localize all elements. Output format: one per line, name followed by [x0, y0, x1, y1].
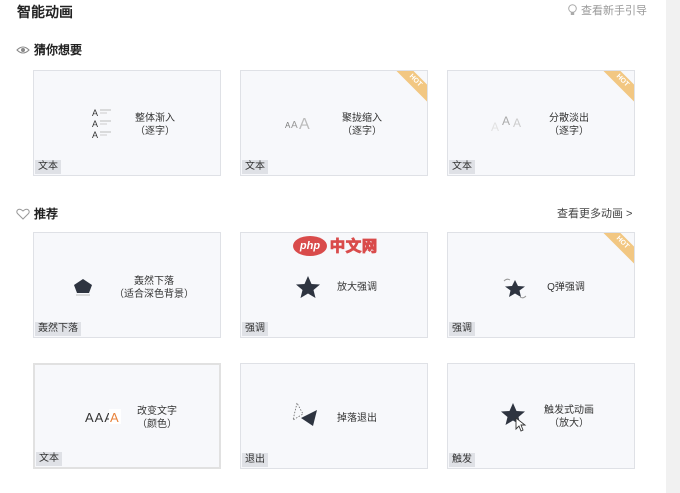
card-tag: 强调 — [242, 322, 268, 336]
section-recommend-title: 推荐 — [34, 207, 59, 221]
panel-title: 智能动画 — [17, 4, 73, 20]
star-icon — [295, 275, 321, 299]
svg-text:A: A — [92, 119, 98, 129]
card-caption: 改变文字 （颜色） — [137, 406, 177, 430]
svg-text:A: A — [491, 120, 499, 134]
svg-text:A: A — [92, 108, 98, 118]
card-caption: 轰然下落 （适合深色背景） — [114, 276, 194, 300]
watermark-logo: php — [293, 235, 327, 256]
card-zoom-emphasis[interactable]: 放大强调 php 中文网 强调 — [240, 232, 428, 338]
hot-badge: HOT — [598, 233, 634, 267]
card-crash-drop[interactable]: 轰然下落 （适合深色背景） 轰然下落 — [33, 232, 221, 338]
section-guess-title: 猜你想要 — [34, 43, 83, 57]
guide-link[interactable]: 查看新手引导 — [567, 2, 647, 18]
card-drop-exit[interactable]: 掉落退出 退出 — [240, 363, 428, 469]
card-caption: 触发式动画 （放大） — [544, 405, 594, 429]
pentagon-drop-icon — [72, 277, 94, 297]
card-caption: 掉落退出 — [337, 413, 377, 424]
card-whole-fade-in[interactable]: A A A 整体渐入 （逐字） 文本 — [33, 70, 221, 176]
hot-badge: HOT — [391, 71, 427, 105]
card-caption: Q弹强调 — [547, 282, 585, 293]
card-tag: 文本 — [35, 160, 61, 174]
card-tag: 文本 — [449, 160, 475, 174]
lightbulb-icon — [568, 4, 577, 15]
card-bounce-emphasis[interactable]: Q弹强调 HOT 强调 — [447, 232, 635, 338]
card-scatter-fade-out[interactable]: A A A 分散淡出 （逐字） HOT 文本 — [447, 70, 635, 176]
more-animations-link[interactable]: 查看更多动画 > — [557, 205, 632, 221]
scrollbar[interactable] — [666, 0, 680, 493]
watermark-text: 中文网 — [329, 238, 379, 256]
svg-text:A: A — [110, 410, 119, 425]
svg-text:A: A — [291, 120, 298, 131]
falling-triangle-icon — [291, 400, 321, 426]
card-tag: 退出 — [242, 453, 268, 467]
section-recommend-header: 推荐 — [16, 205, 58, 222]
card-caption: 整体渐入 （逐字） — [135, 113, 175, 137]
watermark: php 中文网 — [293, 235, 378, 256]
svg-text:A: A — [92, 130, 98, 140]
card-tag: 轰然下落 — [35, 322, 81, 336]
card-caption: 聚拢缩入 （逐字） — [342, 113, 382, 137]
card-trigger-animation[interactable]: 触发式动画 （放大） 触发 — [447, 363, 635, 469]
card-caption: 分散淡出 （逐字） — [549, 113, 589, 137]
card-tag: 触发 — [449, 453, 475, 467]
scatter-letters-icon: A A A — [490, 109, 530, 135]
card-tag: 文本 — [36, 452, 62, 466]
card-change-text-color[interactable]: AAA A 改变文字 （颜色） 文本 — [33, 363, 221, 469]
card-caption: 放大强调 — [337, 282, 377, 293]
svg-text:A: A — [513, 116, 521, 130]
section-guess-header: 猜你想要 — [16, 41, 82, 58]
star-click-icon — [500, 402, 530, 432]
heart-icon — [16, 208, 30, 220]
color-letters-icon: AAA A — [85, 407, 125, 427]
card-tag: 强调 — [449, 322, 475, 336]
svg-text:A: A — [502, 114, 510, 128]
card-gather-shrink-in[interactable]: A A A 聚拢缩入 （逐字） HOT 文本 — [240, 70, 428, 176]
hot-badge: HOT — [598, 71, 634, 105]
bouncing-star-icon — [502, 277, 528, 299]
eye-icon — [16, 45, 30, 54]
card-tag: 文本 — [242, 160, 268, 174]
letters-fade-icon: A A A — [91, 106, 121, 140]
guide-link-label: 查看新手引导 — [581, 5, 647, 17]
gathering-letters-icon: A A A — [285, 111, 325, 133]
svg-text:A: A — [299, 116, 310, 133]
